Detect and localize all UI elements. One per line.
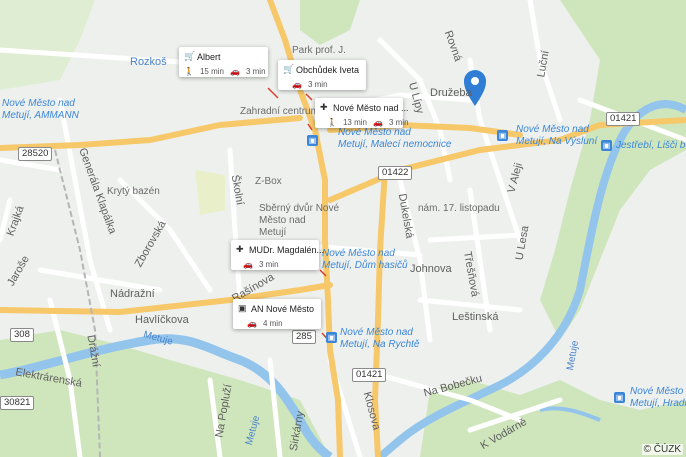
card-title: MUDr. Magdalén... (249, 245, 325, 255)
place-park: Park prof. J. (292, 45, 346, 56)
car-icon: 🚗 (229, 67, 240, 76)
poi-card-nove-mesto[interactable]: ✚ Nové Město nad ... 🚶 13 min 🚗 3 min (315, 98, 409, 128)
bus-icon[interactable]: ▣ (497, 130, 508, 141)
road-shield: 308 (10, 328, 34, 342)
road-shield: 30821 (0, 396, 35, 410)
street-havlickova: Havlíčkova (135, 314, 189, 326)
cart-icon: 🛒 (283, 64, 295, 74)
stop-jestrebi[interactable]: Jestřebí, Lišči bouda (616, 140, 686, 152)
car-time: 3 min (245, 67, 266, 76)
street-druzeba: Družeba (430, 87, 472, 99)
road-shield: 01421 (606, 112, 641, 126)
car-icon: 🚗 (243, 260, 253, 269)
place-nam17: nám. 17. listopadu (418, 203, 500, 214)
street-lestinska: Leštinská (452, 311, 499, 323)
card-title: AN Nové Město (251, 304, 315, 314)
car-icon: 🚗 (292, 80, 302, 89)
stop-malecni[interactable]: Nové Město nad Metují, Malecí nemocnice (338, 127, 451, 151)
place-rozkos: Rozkoš (130, 56, 167, 68)
place-zahradni: Zahradní centrum (240, 106, 319, 117)
poi-card-obchudek[interactable]: 🛒 Obchůdek Iveta 🚗 3 min (278, 60, 366, 90)
bus-icon[interactable]: ▣ (326, 332, 337, 343)
walk-time: 13 min (342, 118, 367, 127)
card-title: Obchůdek Iveta (296, 65, 360, 75)
hospital-icon: ✚ (236, 244, 244, 254)
poi-card-mudr[interactable]: ✚ MUDr. Magdalén... 🚗 3 min (231, 240, 324, 270)
stop-na-rychte[interactable]: Nové Město nad Metují, Na Rychtě (340, 327, 419, 351)
street-johnova: Johnova (410, 263, 452, 275)
car-time: 3 min (388, 118, 409, 127)
road-shield: 01421 (352, 368, 387, 382)
bus-icon[interactable]: ▣ (307, 135, 318, 146)
card-title: Albert (197, 52, 221, 62)
place-sberny: Sběrný dvůr Nové Město nad Metují (259, 203, 340, 238)
poi-card-an-nove-mesto[interactable]: ▣ AN Nové Město 🚗 4 min (233, 299, 321, 329)
car-time: 4 min (262, 319, 283, 328)
car-icon: 🚗 (247, 319, 257, 328)
cart-icon: 🛒 (184, 51, 196, 61)
place-kryty-bazen: Krytý bazén (107, 186, 160, 197)
stop-hradiste[interactable]: Nové Město nad Metují, Hradiště (630, 386, 686, 410)
stop-vysluni[interactable]: Nové Město nad Metují, Na Výsluní (516, 124, 597, 148)
bus-icon[interactable]: ▣ (601, 140, 612, 151)
road-shield: 28520 (18, 147, 53, 161)
poi-card-albert[interactable]: 🛒 Albert 🚶 15 min 🚗 3 min (179, 47, 268, 77)
road-shield: 01422 (378, 166, 413, 180)
stop-amman[interactable]: Nové Město nad Metují, AMMANN (2, 98, 79, 122)
hospital-icon: ✚ (320, 102, 328, 112)
car-time: 3 min (307, 80, 328, 89)
card-title: Nové Město nad ... (333, 103, 409, 113)
car-time: 3 min (258, 260, 279, 269)
street-nadrazni: Nádražní (110, 288, 155, 300)
road-shield: 285 (292, 330, 316, 344)
place-zbox: Z-Box (255, 176, 282, 187)
copyright: © ČÚZK (641, 444, 683, 455)
walk-icon: 🚶 (327, 118, 337, 127)
bus-icon: ▣ (238, 303, 247, 313)
walk-icon: 🚶 (184, 67, 194, 76)
stop-dum-hasicu[interactable]: Nové Město nad Metují, Dům hasičů (322, 248, 408, 272)
walk-time: 15 min (199, 67, 224, 76)
bus-icon[interactable]: ▣ (614, 392, 625, 403)
car-icon: 🚗 (372, 118, 383, 127)
